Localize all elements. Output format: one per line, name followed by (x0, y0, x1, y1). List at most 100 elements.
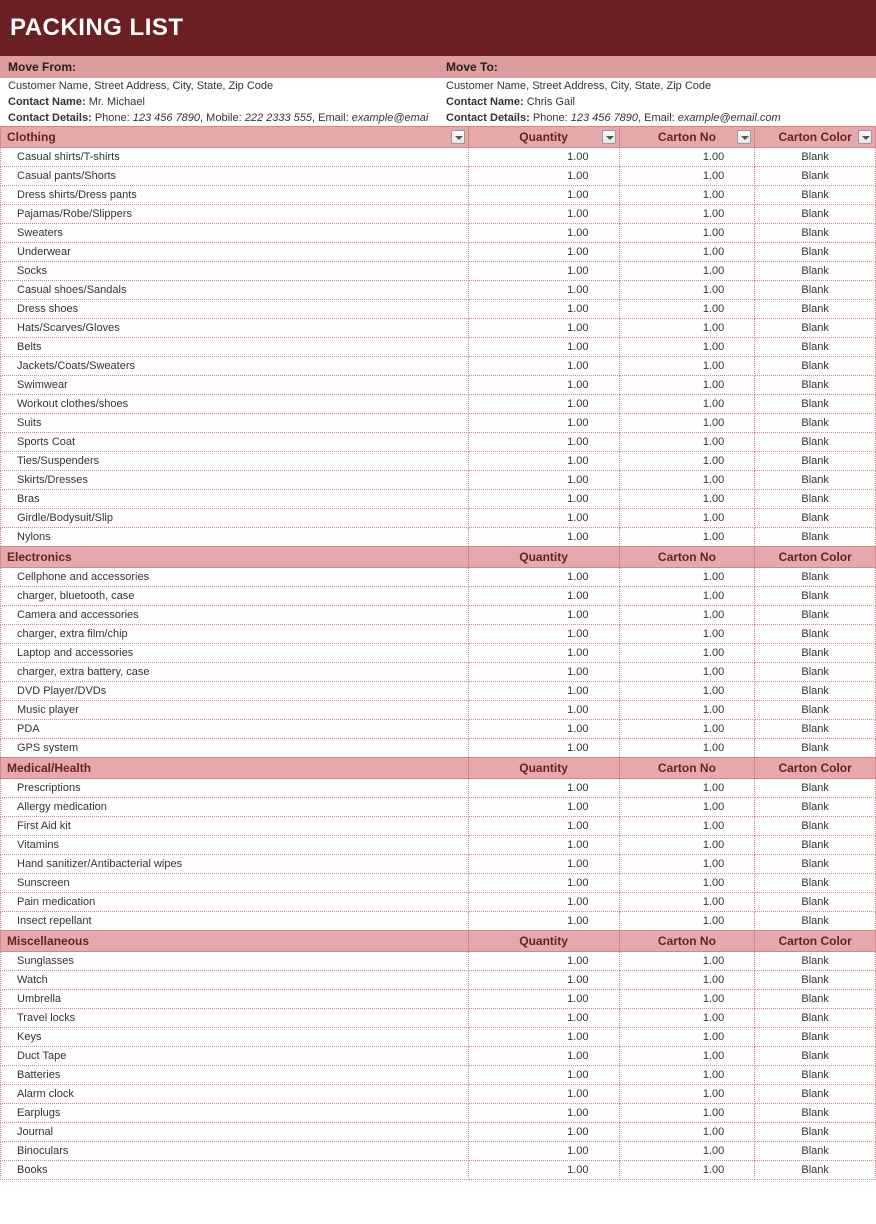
carton-color-cell[interactable]: Blank (755, 433, 876, 452)
carton-no-cell[interactable]: 1.00 (619, 243, 755, 262)
quantity-cell[interactable]: 1.00 (468, 1123, 619, 1142)
quantity-cell[interactable]: 1.00 (468, 167, 619, 186)
carton-no-cell[interactable]: 1.00 (619, 319, 755, 338)
carton-no-cell[interactable]: 1.00 (619, 701, 755, 720)
quantity-cell[interactable]: 1.00 (468, 739, 619, 758)
quantity-cell[interactable]: 1.00 (468, 205, 619, 224)
item-name-cell[interactable]: Earplugs (1, 1104, 469, 1123)
item-name-cell[interactable]: Belts (1, 338, 469, 357)
carton-color-cell[interactable]: Blank (755, 452, 876, 471)
item-name-cell[interactable]: Nylons (1, 528, 469, 547)
quantity-cell[interactable]: 1.00 (468, 893, 619, 912)
carton-color-cell[interactable]: Blank (755, 148, 876, 167)
item-name-cell[interactable]: Laptop and accessories (1, 644, 469, 663)
quantity-cell[interactable]: 1.00 (468, 1142, 619, 1161)
carton-no-cell[interactable]: 1.00 (619, 720, 755, 739)
quantity-cell[interactable]: 1.00 (468, 338, 619, 357)
carton-no-cell[interactable]: 1.00 (619, 1161, 755, 1180)
carton-no-cell[interactable]: 1.00 (619, 1142, 755, 1161)
item-name-cell[interactable]: Batteries (1, 1066, 469, 1085)
quantity-cell[interactable]: 1.00 (468, 224, 619, 243)
item-name-cell[interactable]: Sweaters (1, 224, 469, 243)
carton-color-cell[interactable]: Blank (755, 625, 876, 644)
item-name-cell[interactable]: charger, extra film/chip (1, 625, 469, 644)
carton-color-cell[interactable]: Blank (755, 167, 876, 186)
item-name-cell[interactable]: Travel locks (1, 1009, 469, 1028)
item-name-cell[interactable]: First Aid kit (1, 817, 469, 836)
carton-color-cell[interactable]: Blank (755, 1104, 876, 1123)
quantity-cell[interactable]: 1.00 (468, 148, 619, 167)
item-name-cell[interactable]: charger, extra battery, case (1, 663, 469, 682)
carton-color-cell[interactable]: Blank (755, 414, 876, 433)
carton-color-cell[interactable]: Blank (755, 186, 876, 205)
item-name-cell[interactable]: Music player (1, 701, 469, 720)
carton-color-cell[interactable]: Blank (755, 798, 876, 817)
filter-dropdown-icon[interactable] (858, 130, 872, 144)
carton-no-cell[interactable]: 1.00 (619, 1123, 755, 1142)
carton-color-cell[interactable]: Blank (755, 739, 876, 758)
quantity-cell[interactable]: 1.00 (468, 855, 619, 874)
carton-no-cell[interactable]: 1.00 (619, 971, 755, 990)
item-name-cell[interactable]: Camera and accessories (1, 606, 469, 625)
carton-no-cell[interactable]: 1.00 (619, 682, 755, 701)
item-name-cell[interactable]: Bras (1, 490, 469, 509)
item-name-cell[interactable]: Workout clothes/shoes (1, 395, 469, 414)
carton-no-cell[interactable]: 1.00 (619, 471, 755, 490)
carton-no-cell[interactable]: 1.00 (619, 376, 755, 395)
carton-color-cell[interactable]: Blank (755, 701, 876, 720)
carton-color-cell[interactable]: Blank (755, 281, 876, 300)
item-name-cell[interactable]: Pajamas/Robe/Slippers (1, 205, 469, 224)
quantity-cell[interactable]: 1.00 (468, 606, 619, 625)
item-name-cell[interactable]: Ties/Suspenders (1, 452, 469, 471)
carton-no-cell[interactable]: 1.00 (619, 1009, 755, 1028)
carton-no-cell[interactable]: 1.00 (619, 452, 755, 471)
quantity-cell[interactable]: 1.00 (468, 490, 619, 509)
carton-color-cell[interactable]: Blank (755, 874, 876, 893)
carton-no-cell[interactable]: 1.00 (619, 338, 755, 357)
item-name-cell[interactable]: Keys (1, 1028, 469, 1047)
carton-no-cell[interactable]: 1.00 (619, 912, 755, 931)
item-name-cell[interactable]: Casual shirts/T-shirts (1, 148, 469, 167)
item-name-cell[interactable]: Binoculars (1, 1142, 469, 1161)
quantity-cell[interactable]: 1.00 (468, 990, 619, 1009)
quantity-cell[interactable]: 1.00 (468, 452, 619, 471)
carton-no-cell[interactable]: 1.00 (619, 644, 755, 663)
quantity-cell[interactable]: 1.00 (468, 300, 619, 319)
quantity-cell[interactable]: 1.00 (468, 528, 619, 547)
quantity-cell[interactable]: 1.00 (468, 376, 619, 395)
carton-no-cell[interactable]: 1.00 (619, 855, 755, 874)
quantity-cell[interactable]: 1.00 (468, 682, 619, 701)
carton-color-cell[interactable]: Blank (755, 587, 876, 606)
carton-color-cell[interactable]: Blank (755, 205, 876, 224)
carton-color-cell[interactable]: Blank (755, 682, 876, 701)
carton-color-cell[interactable]: Blank (755, 1047, 876, 1066)
carton-no-cell[interactable]: 1.00 (619, 1085, 755, 1104)
carton-color-cell[interactable]: Blank (755, 855, 876, 874)
carton-color-cell[interactable]: Blank (755, 1161, 876, 1180)
quantity-cell[interactable]: 1.00 (468, 568, 619, 587)
carton-no-cell[interactable]: 1.00 (619, 281, 755, 300)
carton-no-cell[interactable]: 1.00 (619, 300, 755, 319)
item-name-cell[interactable]: Hand sanitizer/Antibacterial wipes (1, 855, 469, 874)
item-name-cell[interactable]: DVD Player/DVDs (1, 682, 469, 701)
carton-color-cell[interactable]: Blank (755, 1066, 876, 1085)
item-name-cell[interactable]: Cellphone and accessories (1, 568, 469, 587)
carton-color-cell[interactable]: Blank (755, 1085, 876, 1104)
quantity-cell[interactable]: 1.00 (468, 817, 619, 836)
quantity-cell[interactable]: 1.00 (468, 836, 619, 855)
quantity-cell[interactable]: 1.00 (468, 625, 619, 644)
item-name-cell[interactable]: Books (1, 1161, 469, 1180)
quantity-cell[interactable]: 1.00 (468, 720, 619, 739)
carton-no-cell[interactable]: 1.00 (619, 262, 755, 281)
quantity-cell[interactable]: 1.00 (468, 509, 619, 528)
carton-color-cell[interactable]: Blank (755, 319, 876, 338)
carton-color-cell[interactable]: Blank (755, 224, 876, 243)
carton-color-cell[interactable]: Blank (755, 395, 876, 414)
quantity-cell[interactable]: 1.00 (468, 912, 619, 931)
carton-color-cell[interactable]: Blank (755, 1123, 876, 1142)
item-name-cell[interactable]: Sunscreen (1, 874, 469, 893)
carton-no-cell[interactable]: 1.00 (619, 205, 755, 224)
quantity-cell[interactable]: 1.00 (468, 395, 619, 414)
carton-color-cell[interactable]: Blank (755, 338, 876, 357)
carton-no-cell[interactable]: 1.00 (619, 739, 755, 758)
